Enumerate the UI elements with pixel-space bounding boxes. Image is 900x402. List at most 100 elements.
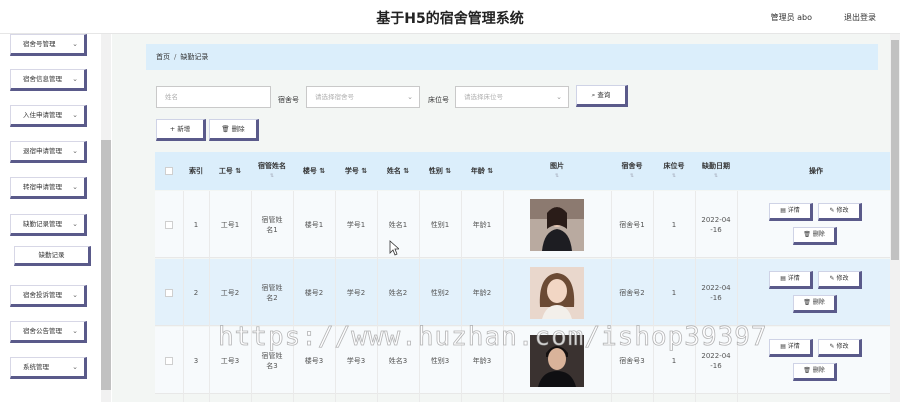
sort-icon: ⇅	[403, 167, 410, 175]
cell-index: 1	[193, 220, 199, 229]
delete-button[interactable]: 🗑 删除	[793, 295, 837, 313]
select-all-checkbox[interactable]	[155, 152, 183, 190]
detail-button[interactable]: ▤ 详情	[769, 203, 813, 221]
header-student-no[interactable]: 学号 ⇅	[335, 152, 377, 190]
main-scrollbar-thumb[interactable]	[891, 40, 899, 260]
search-icon: ⌕	[591, 91, 596, 99]
header-date[interactable]: 缺勤日期 ⇅	[695, 152, 737, 190]
add-button[interactable]: + 新增	[156, 119, 206, 141]
table-body: 1 工号1 宿管姓名1 楼号1 学号1 姓名1 性别1 年龄1 宿舍号1 1 2…	[155, 191, 895, 402]
header-bed[interactable]: 床位号 ⇅	[653, 152, 695, 190]
cell-bed: 1	[671, 288, 677, 297]
row-checkbox[interactable]	[155, 259, 183, 326]
cell-name: 姓名2	[388, 288, 408, 297]
sidebar-item-absence-admin[interactable]: 缺勤记录管理 ⌄	[10, 214, 87, 236]
header-job[interactable]: 工号 ⇅	[209, 152, 251, 190]
cell-building: 楼号2	[304, 288, 324, 297]
query-button[interactable]: ⌕ 查询	[576, 85, 628, 107]
edit-button[interactable]: ✎ 修改	[818, 271, 862, 289]
cell-dorm: 宿舍号2	[619, 288, 645, 297]
trash-icon: 🗑	[803, 367, 811, 374]
cell-index: 3	[193, 356, 199, 365]
chevron-down-icon: ⌄	[556, 93, 562, 101]
detail-button[interactable]: ▤ 详情	[769, 271, 813, 289]
sort-icon: ⇅	[319, 167, 326, 175]
cell-gender: 性别1	[430, 220, 450, 229]
cell-student-no: 学号1	[346, 220, 366, 229]
breadcrumb-current: 缺勤记录	[180, 53, 209, 61]
chevron-down-icon: ⌄	[72, 363, 78, 371]
header-age[interactable]: 年龄 ⇅	[461, 152, 503, 190]
cell-job: 工号1	[220, 220, 240, 229]
cell-index: 2	[193, 288, 199, 297]
trash-icon: 🗑	[803, 231, 811, 238]
pencil-icon: ✎	[829, 275, 835, 282]
sidebar-item-checkout[interactable]: 退宿申请管理 ⌄	[10, 141, 87, 163]
chevron-down-icon: ⌄	[72, 183, 78, 191]
header-building[interactable]: 楼号 ⇅	[293, 152, 335, 190]
cell-job: 工号2	[220, 288, 240, 297]
chevron-down-icon: ⌄	[72, 40, 78, 48]
delete-button[interactable]: 🗑 删除	[793, 363, 837, 381]
table-row: 2 工号2 宿管姓名2 楼号2 学号2 姓名2 性别2 年龄2 宿舍号2 1 2…	[155, 259, 895, 326]
header-manager[interactable]: 宿管姓名 ⇅	[251, 152, 293, 190]
header-name[interactable]: 姓名 ⇅	[377, 152, 419, 190]
sort-icon: ⇅	[445, 167, 452, 175]
chevron-down-icon: ⌄	[72, 220, 78, 228]
row-checkbox[interactable]	[155, 327, 183, 394]
sidebar-item-checkin[interactable]: 入住申请管理 ⌄	[10, 105, 87, 127]
cell-age: 年龄1	[472, 220, 492, 229]
sidebar-scrollbar-thumb[interactable]	[101, 140, 111, 390]
breadcrumb-home[interactable]: 首页	[156, 53, 170, 61]
cell-manager: 宿管姓名2	[261, 283, 283, 302]
sidebar-subitem-absence-record[interactable]: 缺勤记录	[14, 246, 91, 266]
sort-icon: ⇅	[269, 173, 275, 179]
sidebar: 宿舍号管理 ⌄ 宿舍信息管理 ⌄ 入住申请管理 ⌄ 退宿申请管理 ⌄ 转宿申请管理 ⌄ 缺…	[0, 34, 112, 402]
document-icon: ▤	[780, 275, 786, 282]
name-search-input[interactable]: 姓名	[156, 86, 271, 108]
table-row: 1 工号1 宿管姓名1 楼号1 学号1 姓名1 性别1 年龄1 宿舍号1 1 2…	[155, 191, 895, 258]
cell-gender: 性别2	[430, 288, 450, 297]
sidebar-item-transfer[interactable]: 转宿申请管理 ⌄	[10, 177, 87, 199]
breadcrumb-separator: /	[174, 53, 177, 61]
sort-icon: ⇅	[671, 173, 677, 179]
detail-button[interactable]: ▤ 详情	[769, 339, 813, 357]
cell-age: 年龄2	[472, 288, 492, 297]
document-icon: ▤	[780, 343, 786, 350]
sort-icon: ⇅	[361, 167, 368, 175]
edit-button[interactable]: ✎ 修改	[818, 203, 862, 221]
sidebar-item-dorm-info[interactable]: 宿舍信息管理 ⌄	[10, 69, 87, 91]
header-gender[interactable]: 性别 ⇅	[419, 152, 461, 190]
batch-delete-button[interactable]: 🗑 删除	[209, 119, 259, 141]
watermark-text: https://www.huzhan.com/ishop39397	[218, 322, 768, 353]
row-checkbox[interactable]	[155, 191, 183, 258]
header-dorm[interactable]: 宿舍号 ⇅	[611, 152, 653, 190]
cell-photo	[503, 191, 611, 258]
sidebar-item-system[interactable]: 系统管理 ⌄	[10, 357, 87, 379]
bed-select[interactable]: 请选择床位号 ⌄	[455, 86, 569, 108]
dorm-select[interactable]: 请选择宿舍号 ⌄	[306, 86, 420, 108]
edit-button[interactable]: ✎ 修改	[818, 339, 862, 357]
header-actions: 操作	[809, 167, 823, 175]
pencil-icon: ✎	[829, 207, 835, 214]
sidebar-item-notice[interactable]: 宿舍公告管理 ⌄	[10, 321, 87, 343]
dorm-filter-label: 宿舍号	[278, 96, 299, 104]
cell-student-no: 学号2	[346, 288, 366, 297]
logout-link[interactable]: 退出登录	[844, 12, 876, 23]
pencil-icon: ✎	[829, 343, 835, 350]
sidebar-item-dorm-number[interactable]: 宿舍号管理 ⌄	[10, 34, 87, 56]
cell-dorm: 宿舍号1	[619, 220, 645, 229]
sidebar-item-complaint[interactable]: 宿舍投诉管理 ⌄	[10, 285, 87, 307]
document-icon: ▤	[780, 207, 786, 214]
table-header: 索引 工号 ⇅ 宿管姓名 ⇅ 楼号 ⇅ 学号 ⇅ 姓名 ⇅ 性别 ⇅ 年龄 ⇅ 图…	[155, 152, 895, 190]
trash-icon: 🗑	[221, 125, 230, 133]
user-info: 管理员 abo	[770, 13, 812, 22]
cell-date: 2022-04-16	[701, 283, 731, 302]
delete-button[interactable]: 🗑 删除	[793, 227, 837, 245]
sort-icon: ⇅	[235, 167, 242, 175]
chevron-down-icon: ⌄	[72, 327, 78, 335]
breadcrumb: 首页 / 缺勤记录	[146, 44, 878, 70]
cell-bed: 1	[671, 220, 677, 229]
app-title: 基于H5的宿舍管理系统	[376, 11, 524, 27]
sort-icon: ⇅	[713, 173, 719, 179]
